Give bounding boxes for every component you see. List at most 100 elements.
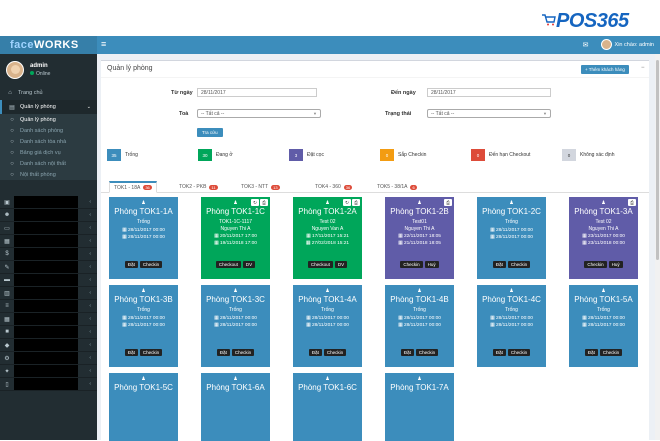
legend-occupied[interactable]: 30 Đang ở [198,149,233,161]
room-card[interactable]: ♟ Phòng TOK1-4B Trống ▦ 28/11/2017 00:00… [385,285,454,367]
service-button[interactable]: DV [242,261,256,268]
room-card[interactable]: ♟ Phòng TOK1-2C Trống ▦ 28/11/2017 00:00… [477,197,546,279]
checkout-button[interactable]: Checkout [307,261,333,268]
chevron-left-icon: ‹ [89,303,91,309]
user-greeting[interactable]: Xin chào: admin [615,42,654,48]
book-button[interactable]: Đặt [400,349,414,356]
legend-undefined[interactable]: 0 Không xác định [562,149,614,161]
add-customer-button[interactable]: + Thêm khách hàng [581,65,629,74]
legend-upcoming-checkin[interactable]: 0 Sắp Checkin [380,149,426,161]
checkin-button[interactable]: Checkin [323,349,347,356]
avatar [6,61,24,79]
checkin-button[interactable]: Checkin [507,349,531,356]
sidebar-item-redacted[interactable]: ▣ ‹ [0,196,97,209]
sidebar-item-redacted[interactable]: ▦ ‹ [0,235,97,248]
legend-deposit[interactable]: 3 Đặt cọc [289,149,324,161]
book-button[interactable]: Đặt [124,261,138,268]
collapse-icon[interactable]: − [641,65,645,71]
calendar-icon: ▦ [4,238,10,245]
book-button[interactable]: Đặt [308,349,322,356]
tab-tok2[interactable]: TOK2 - PKB 11 [175,181,222,193]
notification-icon[interactable]: ✉ [583,41,589,49]
sidebar-subitem-service-price[interactable]: ○ Bảng giá dịch vụ [0,147,97,158]
room-card[interactable]: ♟ Phòng TOK1-6A [201,373,270,441]
chevron-left-icon: ‹ [89,199,91,205]
print-icon[interactable]: ⎙ [628,199,636,206]
print-icon[interactable]: ⎙ [352,199,360,206]
chevron-left-icon: ‹ [89,212,91,218]
checkin-button[interactable]: Checkin [599,349,623,356]
status-select[interactable]: -- Tất cả -- ▼ [427,109,551,118]
sidebar-item-redacted[interactable]: ☻ ‹ [0,209,97,222]
sidebar-item-redacted[interactable]: ■ ‹ [0,326,97,339]
sidebar-subitem-room-list[interactable]: ○ Danh sách phòng [0,125,97,136]
to-date-input[interactable]: 28/11/2017 [427,88,551,97]
sidebar-item-redacted[interactable]: ≡ ‹ [0,300,97,313]
topbar-avatar[interactable] [600,39,612,50]
room-card[interactable]: ♟ Phòng TOK1-3C Trống ▦ 28/11/2017 00:00… [201,285,270,367]
tab-tok3[interactable]: TOK3 - NTT 13 [237,181,284,193]
room-card[interactable]: ♟ Phòng TOK1-4C Trống ▦ 28/11/2017 00:00… [477,285,546,367]
checkout-button[interactable]: Checkout [215,261,241,268]
legend-empty[interactable]: 35 Trống [107,149,138,161]
sidebar-item-redacted[interactable]: ✎ ‹ [0,261,97,274]
checkin-button[interactable]: Checkin [139,261,163,268]
cancel-button[interactable]: Huỷ [608,261,623,268]
room-card[interactable]: ⎙ ♟ Phòng TOK1-2B Test01 Nguyen Thi A ▦ … [385,197,454,279]
book-button[interactable]: Đặt [584,349,598,356]
scrollbar-thumb[interactable] [656,60,659,260]
cancel-button[interactable]: Huỷ [424,261,439,268]
checkin-button[interactable]: Checkin [139,349,163,356]
sidebar-item-redacted[interactable]: ▬ ‹ [0,274,97,287]
book-button[interactable]: Đặt [124,349,138,356]
book-button[interactable]: Đặt [216,349,230,356]
print-icon[interactable]: ⎙ [444,199,452,206]
room-card[interactable]: ♟ Phòng TOK1-4A Trống ▦ 28/11/2017 00:00… [293,285,362,367]
book-button[interactable]: Đặt [492,349,506,356]
service-button[interactable]: DV [334,261,348,268]
sidebar-item-redacted[interactable]: ▦ ‹ [0,313,97,326]
sidebar-item-redacted[interactable]: ▭ ‹ [0,222,97,235]
refresh-icon[interactable]: ↻ [251,199,259,206]
sidebar-item-redacted[interactable]: $ ‹ [0,248,97,261]
sidebar-item-redacted[interactable]: ⚙ ‹ [0,352,97,365]
print-icon[interactable]: ⎙ [260,199,268,206]
room-card[interactable]: ♟ Phòng TOK1-6C [293,373,362,441]
checkin-button[interactable]: Checkin [400,261,423,268]
room-card[interactable]: ⎙ ♟ Phòng TOK1-3A Test 02 Nguyen Thi A ▦… [569,197,638,279]
sidebar-item-room-management[interactable]: ▤ Quản lý phòng ⌄ [0,100,97,114]
sidebar-subitem-room-furniture[interactable]: ○ Nội thất phòng [0,169,97,180]
chevron-left-icon: ‹ [89,381,91,387]
sidebar-item-redacted[interactable]: ✦ ‹ [0,365,97,378]
chevron-left-icon: ‹ [89,277,91,283]
search-button[interactable]: Tra cứu [197,128,223,137]
tab-tok1[interactable]: TOK1 - 18A 36 [109,181,157,193]
sidebar-subitem-furniture-list[interactable]: ○ Danh sách nội thất [0,158,97,169]
sidebar-subitem-room-management[interactable]: ○ Quản lý phòng [0,114,97,125]
sidebar-item-redacted[interactable]: ▥ ‹ [0,287,97,300]
room-card[interactable]: ♟ Phòng TOK1-7A [385,373,454,441]
room-card[interactable]: ♟ Phòng TOK1-1A Trống ▦ 28/11/2017 00:00… [109,197,178,279]
legend-due-checkout[interactable]: 0 Đến hạn Checkout [471,149,530,161]
building-select[interactable]: -- Tất cả -- ▼ [197,109,321,118]
room-card[interactable]: ↻ ⎙ ♟ Phòng TOK1-2A Test 02 Nguyen Van A … [293,197,362,279]
sidebar-menu: ⌂ Trang chủ ▤ Quản lý phòng ⌄ ○ Quản lý phòn… [0,86,97,180]
sidebar-item-home[interactable]: ⌂ Trang chủ [0,86,97,100]
tab-tok5[interactable]: TOK5 - 38/1A 6 [373,181,421,193]
room-card[interactable]: ♟ Phòng TOK1-3B Trống ▦ 28/11/2017 00:00… [109,285,178,367]
menu-toggle-icon[interactable]: ≡ [101,40,106,49]
room-card[interactable]: ♟ Phòng TOK1-5A Trống ▦ 28/11/2017 00:00… [569,285,638,367]
refresh-icon[interactable]: ↻ [343,199,351,206]
book-button[interactable]: Đặt [492,261,506,268]
room-card[interactable]: ↻ ⎙ ♟ Phòng TOK1-1C TOK1-1C-1117 Nguyen T… [201,197,270,279]
checkin-button[interactable]: Checkin [415,349,439,356]
tab-tok4[interactable]: TOK4 - 360 36 [311,181,356,193]
sidebar-item-redacted[interactable]: ◆ ‹ [0,339,97,352]
checkin-button[interactable]: Checkin [584,261,607,268]
checkin-button[interactable]: Checkin [231,349,255,356]
room-card[interactable]: ♟ Phòng TOK1-5C [109,373,178,441]
from-date-input[interactable]: 28/11/2017 [197,88,317,97]
sidebar-subitem-building-list[interactable]: ○ Danh sách tòa nhà [0,136,97,147]
sidebar-item-redacted[interactable]: ▯ ‹ [0,378,97,391]
checkin-button[interactable]: Checkin [507,261,531,268]
